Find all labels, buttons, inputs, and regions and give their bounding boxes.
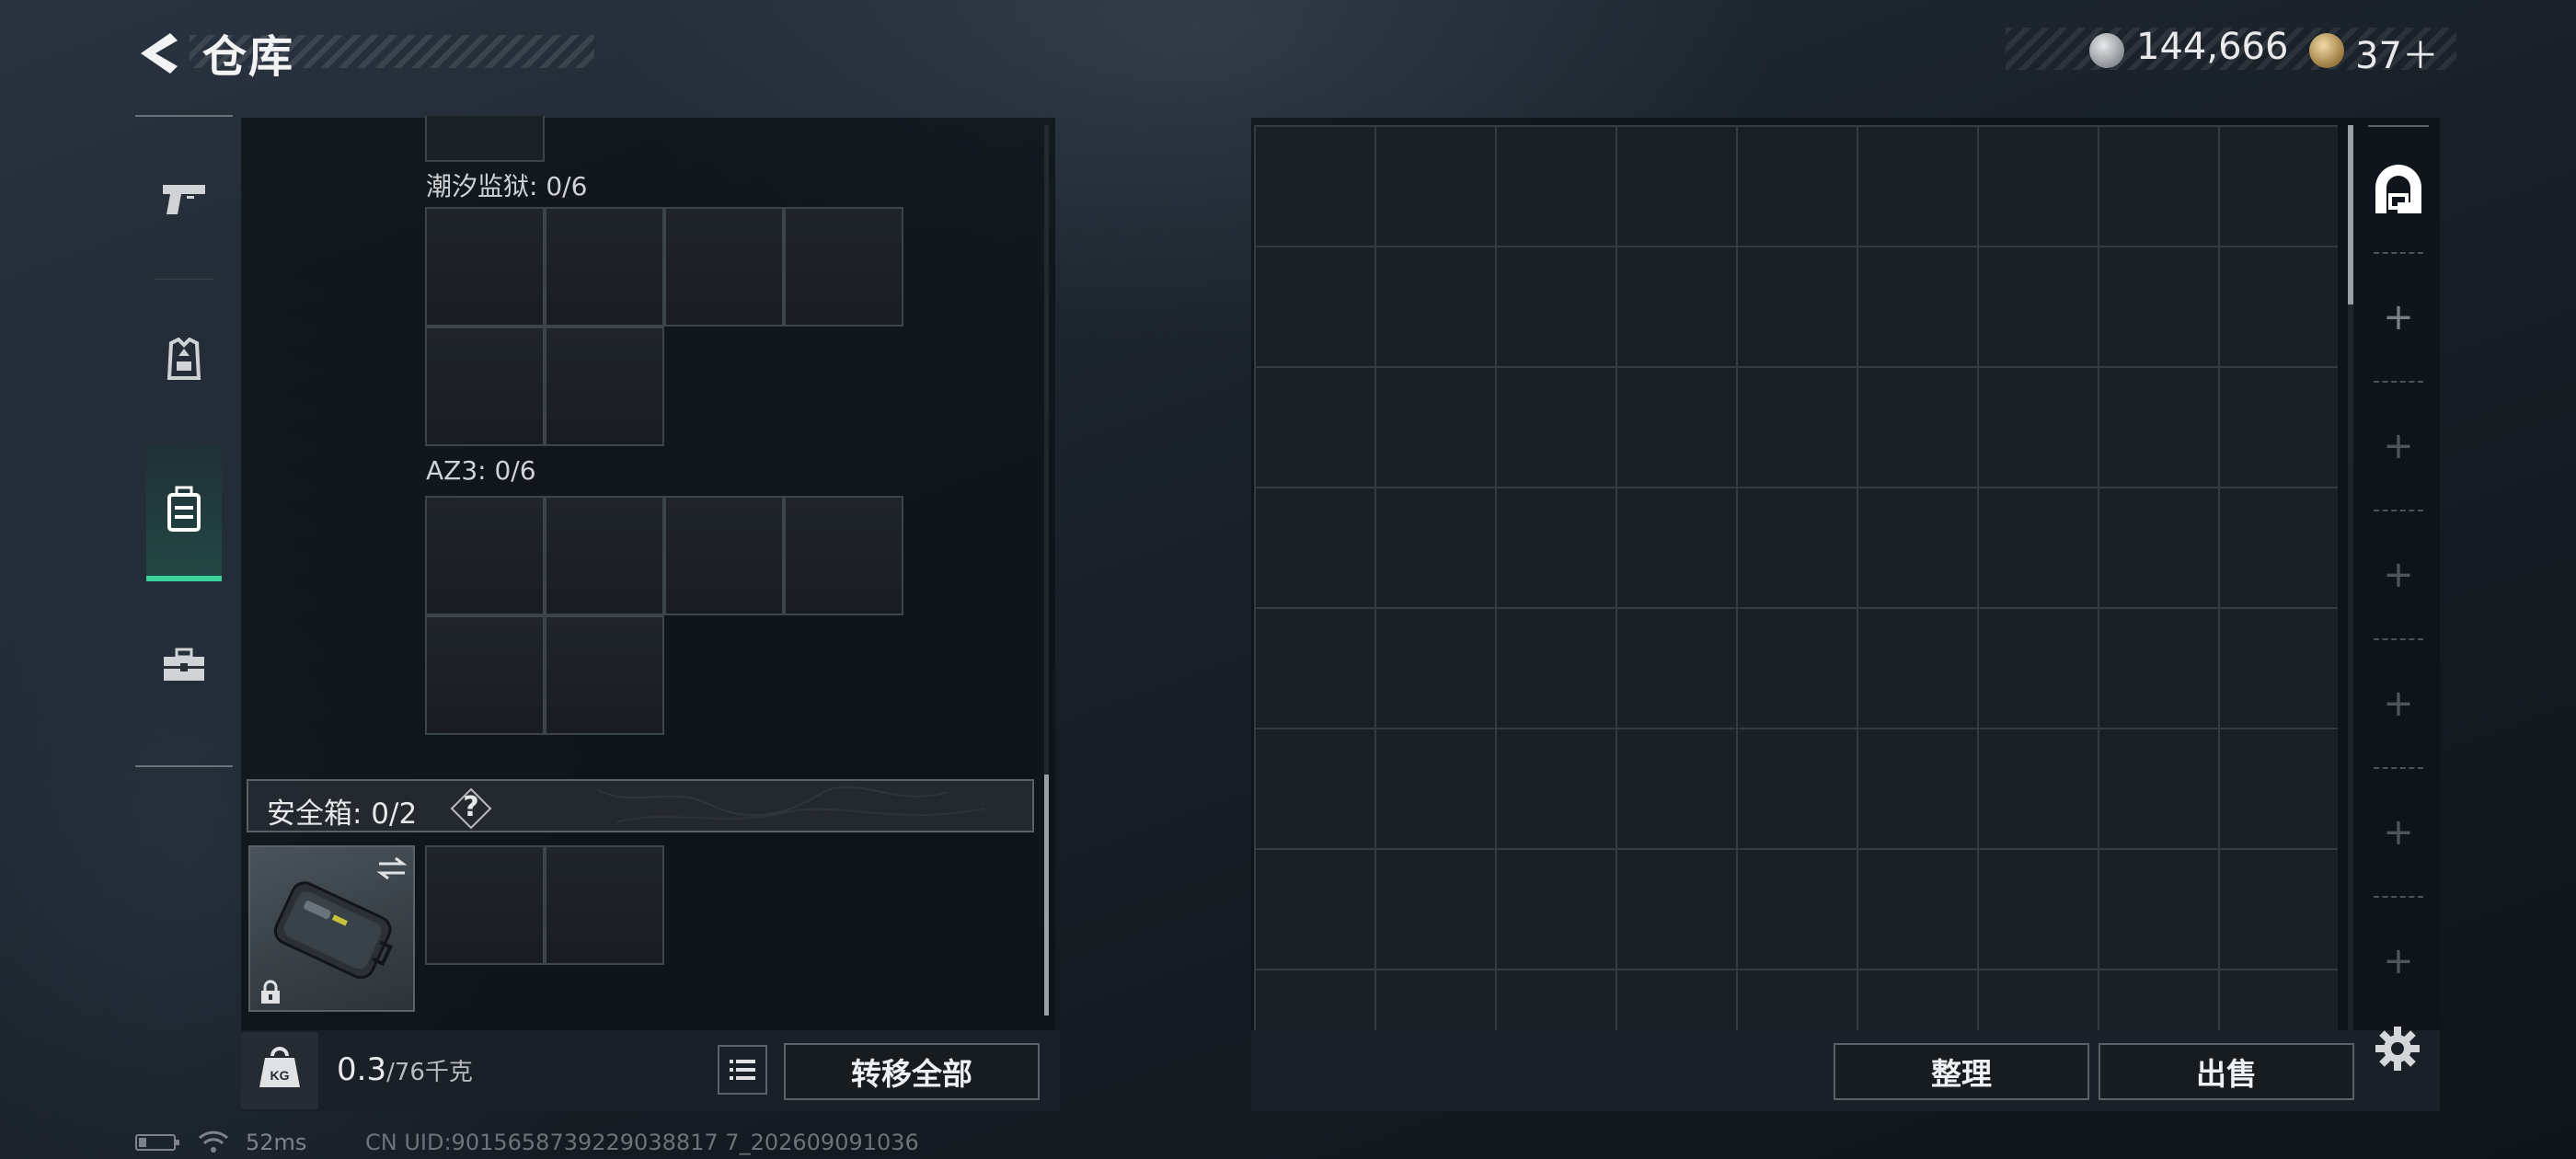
container-label: 潮汐监狱: 0/6	[426, 171, 588, 201]
swap-icon[interactable]	[375, 855, 408, 882]
category-sidebar	[135, 115, 233, 767]
battery-icon	[135, 1134, 179, 1151]
safe-box-slot[interactable]	[545, 845, 664, 965]
kg-weight-icon: KG	[259, 1047, 300, 1087]
sidebar-item-tools[interactable]	[135, 595, 233, 733]
page-title: 仓库	[202, 31, 295, 83]
stash-tab-home[interactable]	[2357, 125, 2440, 252]
vest-icon	[167, 338, 201, 380]
kg-weight-box: KG	[241, 1032, 318, 1109]
weight-readout: 0.3/76千克	[337, 1051, 473, 1088]
svg-text:KG: KG	[270, 1068, 290, 1083]
stash-tabs: + + + + + +	[2357, 118, 2440, 1030]
weight-capacity: /76千克	[386, 1059, 473, 1086]
stash-tab-add[interactable]: +	[2357, 898, 2440, 1025]
grid-slot[interactable]	[425, 116, 545, 162]
backpack-icon	[167, 486, 201, 532]
ping-readout: 52ms	[246, 1130, 307, 1155]
plus-icon: +	[2383, 554, 2414, 596]
plus-icon: +	[2383, 940, 2414, 982]
plus-icon: +	[2383, 425, 2414, 467]
grid-slot[interactable]	[664, 496, 784, 615]
grid-slot[interactable]	[545, 327, 664, 446]
plus-icon: +	[2383, 683, 2414, 725]
status-bar: 52ms	[135, 1130, 306, 1155]
grid-slot[interactable]	[425, 615, 545, 735]
plus-icon: +	[2383, 296, 2414, 339]
toolbox-icon	[164, 648, 204, 681]
grid-slot[interactable]	[545, 496, 664, 615]
stash-tab-add[interactable]: +	[2357, 254, 2440, 381]
stash-tab-add[interactable]: +	[2357, 640, 2440, 767]
stash-tab-add[interactable]: +	[2357, 769, 2440, 896]
back-button[interactable]	[133, 28, 185, 79]
list-icon	[730, 1060, 755, 1080]
sell-button[interactable]: 出售	[2099, 1043, 2354, 1100]
sidebar-item-backpack[interactable]	[146, 443, 222, 581]
stash-tab-add[interactable]: +	[2357, 511, 2440, 638]
plus-icon: +	[2383, 811, 2414, 854]
silver-coin-amount: 144,666	[2136, 26, 2289, 68]
gold-coin-amount[interactable]: 37＋	[2355, 26, 2439, 79]
stash-tab-add[interactable]: +	[2357, 383, 2440, 510]
grid-slot[interactable]	[664, 207, 784, 327]
grid-slot[interactable]	[425, 496, 545, 615]
safe-box-item[interactable]	[248, 845, 415, 1012]
safe-box-slot[interactable]	[425, 845, 545, 965]
grid-slot[interactable]	[425, 207, 545, 327]
transfer-all-button[interactable]: 转移全部	[784, 1043, 1040, 1100]
settings-button[interactable]	[2372, 1023, 2423, 1074]
pistol-icon	[163, 185, 205, 214]
uid-text: CN UID:9015658739229038817 7_20260909103…	[365, 1130, 919, 1155]
tidy-button[interactable]: 整理	[1834, 1043, 2089, 1100]
chevron-left-icon	[141, 33, 178, 74]
lock-icon	[261, 980, 280, 1004]
silver-coin-icon	[2089, 33, 2124, 68]
grid-slot[interactable]	[784, 207, 903, 327]
stash-grid[interactable]	[1254, 125, 2338, 1030]
grid-slot[interactable]	[545, 207, 664, 327]
safe-box-label: 安全箱: 0/2	[267, 798, 418, 831]
scrollbar-thumb[interactable]	[2348, 125, 2353, 304]
sidebar-item-weapons[interactable]	[135, 131, 233, 269]
weight-current: 0.3	[337, 1051, 387, 1088]
list-view-button[interactable]	[718, 1045, 767, 1095]
grid-slot[interactable]	[425, 327, 545, 446]
sidebar-item-armor[interactable]	[135, 292, 233, 430]
container-label: AZ3: 0/6	[426, 455, 536, 486]
gear-icon	[2375, 1027, 2420, 1071]
help-button[interactable]: ?	[460, 791, 482, 823]
gold-coin-icon	[2309, 33, 2344, 68]
grid-slot[interactable]	[784, 496, 903, 615]
sidebar-divider	[154, 279, 214, 280]
stash-home-icon	[2375, 165, 2421, 213]
scrollbar-thumb[interactable]	[1044, 775, 1049, 1016]
wifi-icon	[198, 1130, 229, 1153]
grid-slot[interactable]	[545, 615, 664, 735]
